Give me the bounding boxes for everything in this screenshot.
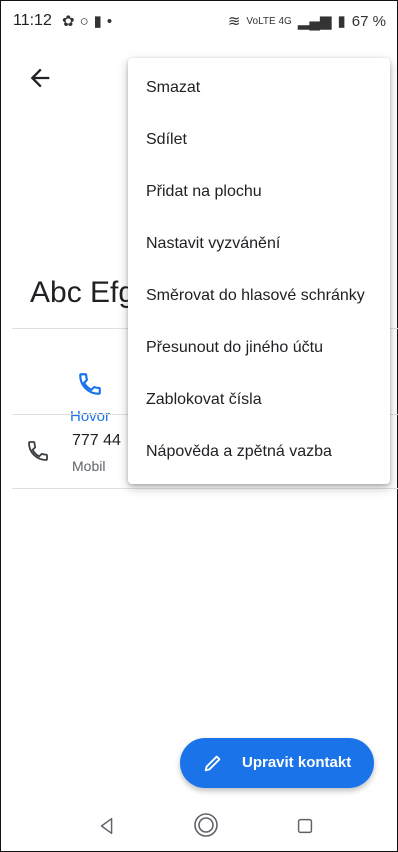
- menu-item-move-to-account[interactable]: Přesunout do jiného účtu: [128, 322, 390, 374]
- battery-icon: ▮: [337, 13, 346, 30]
- edit-contact-label: Upravit kontakt: [242, 754, 352, 771]
- menu-item-delete[interactable]: Smazat: [128, 62, 390, 114]
- nav-back-icon[interactable]: [96, 815, 118, 837]
- back-arrow-icon: [30, 68, 50, 88]
- wifi-icon: ≋: [227, 13, 241, 30]
- menu-item-add-to-home[interactable]: Přidat na plochu: [128, 166, 390, 218]
- back-button[interactable]: [26, 64, 54, 92]
- overflow-menu: Smazat Sdílet Přidat na plochu Nastavit …: [128, 58, 390, 484]
- menu-item-set-ringtone[interactable]: Nastavit vyzvánění: [128, 218, 390, 270]
- system-nav-bar: [0, 805, 398, 851]
- signal-text: VoLTE 4G: [246, 15, 292, 27]
- phone-type: Mobil: [72, 458, 106, 474]
- contact-name: Abc Efg: [30, 276, 136, 309]
- signal-icon: ▂▄▆: [297, 13, 332, 30]
- status-bar: 11:12 ✿○▮• ≋ VoLTE 4G ▂▄▆ ▮ 67 %: [0, 0, 398, 42]
- phone-icon: [28, 441, 48, 461]
- dot-icon: •: [106, 13, 118, 30]
- divider-bottom: [12, 488, 398, 489]
- menu-item-share[interactable]: Sdílet: [128, 114, 390, 166]
- nav-recents-icon[interactable]: [294, 815, 316, 837]
- circle-icon: ○: [79, 13, 94, 30]
- edit-contact-button[interactable]: Upravit kontakt: [180, 738, 374, 788]
- pencil-icon: [204, 755, 221, 772]
- status-time: 11:12: [13, 12, 52, 29]
- status-left-icons: ✿○▮•: [62, 12, 117, 30]
- call-action[interactable]: Hovor: [60, 371, 120, 425]
- phone-number: 777 44: [72, 432, 121, 449]
- settings-icon: ✿: [62, 13, 80, 30]
- menu-item-route-to-voicemail[interactable]: Směrovat do hlasové schránky: [128, 270, 390, 322]
- menu-item-block-numbers[interactable]: Zablokovat čísla: [128, 374, 390, 426]
- status-right: ≋ VoLTE 4G ▂▄▆ ▮ 67 %: [227, 12, 386, 31]
- battery-percent: 67 %: [351, 12, 386, 30]
- menu-item-help-feedback[interactable]: Nápověda a zpětná vazba: [128, 426, 390, 478]
- phone-icon: [79, 373, 101, 395]
- nav-home-icon[interactable]: [192, 811, 220, 839]
- sim-icon: ▮: [93, 13, 107, 30]
